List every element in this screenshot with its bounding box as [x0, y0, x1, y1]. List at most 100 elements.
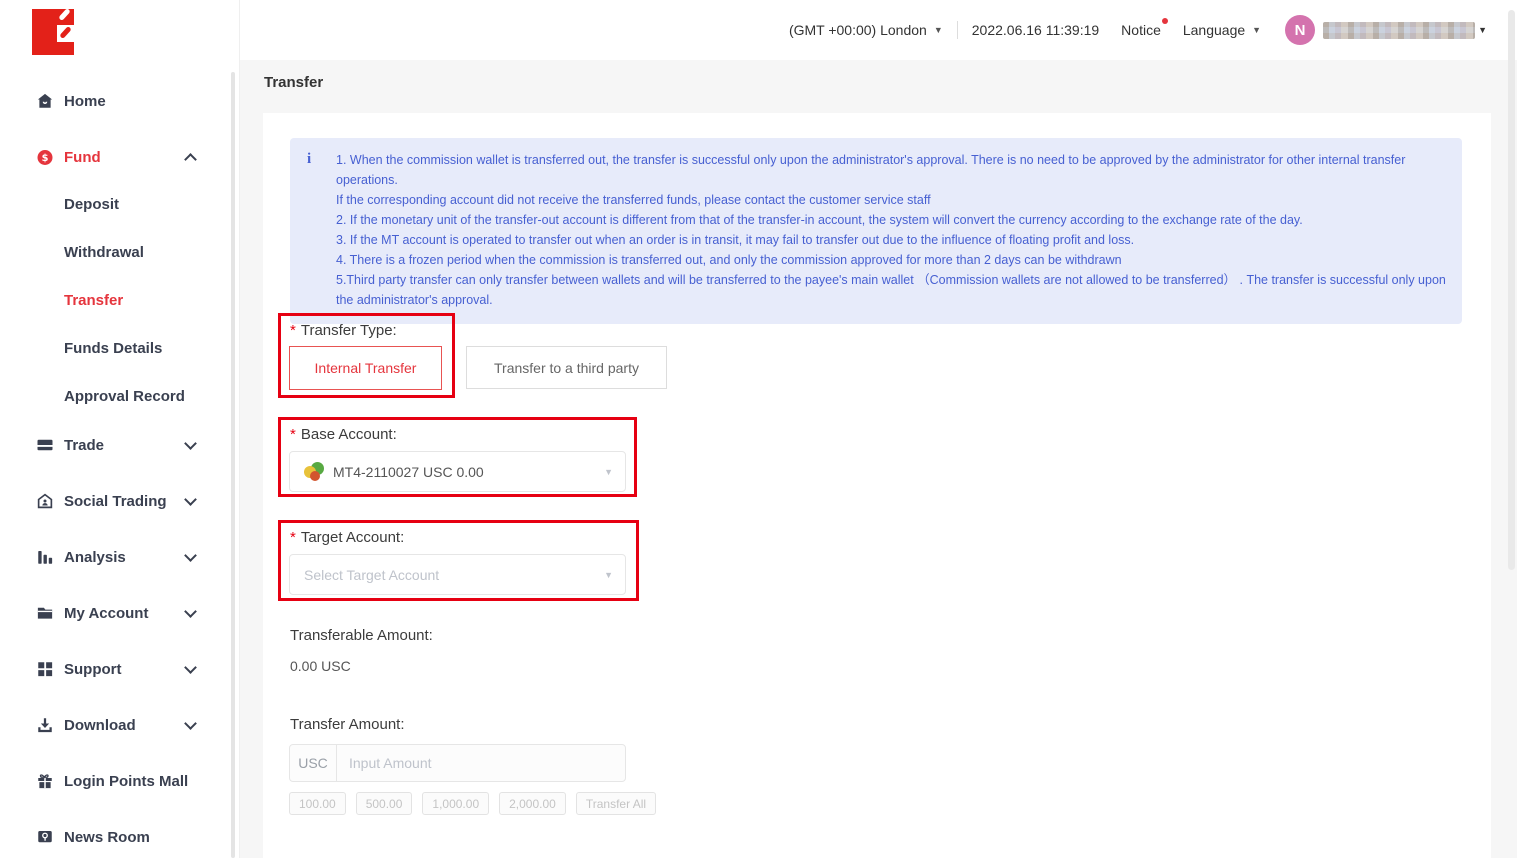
timezone-selector[interactable]: (GMT +00:00) London ▼	[789, 22, 943, 38]
transferable-amount-label: Transferable Amount:	[290, 627, 433, 644]
timezone-label: (GMT +00:00) London	[789, 22, 927, 38]
avatar-letter: N	[1295, 22, 1306, 39]
mt4-platform-icon	[304, 462, 324, 482]
sidebar-item-label: Analysis	[64, 549, 126, 566]
notice-line: 2. If the monetary unit of the transfer-…	[336, 210, 1446, 230]
quick-amount-button[interactable]: 2,000.00	[499, 792, 566, 815]
social-trading-icon	[36, 492, 54, 510]
required-asterisk: *	[290, 529, 296, 546]
my-account-icon	[36, 604, 54, 622]
analysis-icon	[36, 548, 54, 566]
sidebar-item-news-room[interactable]: News Room	[0, 825, 230, 849]
notice-line: 1. When the commission wallet is transfe…	[336, 150, 1446, 190]
transferable-amount-value: 0.00 USC	[290, 658, 351, 674]
transfer-amount-label: Transfer Amount:	[290, 716, 405, 733]
sidebar-item-label: Home	[64, 93, 106, 110]
sidebar-item-label: News Room	[64, 829, 150, 846]
chevron-down-icon	[184, 493, 197, 506]
language-selector[interactable]: Language ▼	[1183, 22, 1261, 38]
annotation-box-base-account: *Base Account: MT4-2110027 USC 0.00 ▼	[278, 417, 637, 497]
chevron-up-icon	[184, 153, 197, 166]
notice-line: 5.Third party transfer can only transfer…	[336, 270, 1446, 310]
sidebar-item-fund[interactable]: $ Fund	[0, 145, 230, 169]
quick-amount-button[interactable]: 1,000.00	[422, 792, 489, 815]
sidebar-item-social-trading[interactable]: Social Trading	[0, 489, 230, 513]
news-icon	[36, 828, 54, 846]
transfer-type-label: *Transfer Type:	[290, 322, 397, 339]
notice-dot	[1162, 18, 1168, 24]
base-account-value: MT4-2110027 USC 0.00	[333, 464, 484, 480]
sidebar-item-download[interactable]: Download	[0, 713, 230, 737]
sidebar-item-label: Transfer	[64, 292, 123, 309]
notice-info-box: i 1. When the commission wallet is trans…	[290, 138, 1462, 324]
sidebar-item-label: Download	[64, 717, 136, 734]
sidebar-item-withdrawal[interactable]: Withdrawal	[0, 240, 230, 264]
target-account-select[interactable]: Select Target Account ▼	[289, 554, 626, 595]
target-account-label: *Target Account:	[290, 529, 404, 546]
transfer-amount-group: USC	[289, 744, 626, 782]
transfer-panel: i 1. When the commission wallet is trans…	[263, 113, 1491, 858]
sidebar-item-label: Funds Details	[64, 340, 162, 357]
notice-label: Notice	[1121, 22, 1161, 38]
avatar[interactable]: N	[1285, 15, 1315, 45]
required-asterisk: *	[290, 322, 296, 339]
base-account-label: *Base Account:	[290, 426, 397, 443]
chevron-down-icon: ▼	[604, 570, 613, 580]
quick-amount-button[interactable]: 100.00	[289, 792, 346, 815]
base-account-select[interactable]: MT4-2110027 USC 0.00 ▼	[289, 451, 626, 492]
page-scrollbar[interactable]	[1508, 10, 1515, 570]
notice-line: 4. There is a frozen period when the com…	[336, 250, 1446, 270]
required-asterisk: *	[290, 426, 296, 443]
chevron-down-icon	[184, 437, 197, 450]
third-party-transfer-button[interactable]: Transfer to a third party	[466, 346, 667, 389]
notice-button[interactable]: Notice	[1121, 22, 1161, 38]
sidebar-item-label: Withdrawal	[64, 244, 144, 261]
main-content: Transfer i 1. When the commission wallet…	[240, 60, 1517, 858]
notice-line: If the corresponding account did not rec…	[336, 190, 1446, 210]
sidebar-item-label: Login Points Mall	[64, 773, 188, 790]
chevron-down-icon: ▼	[1478, 25, 1487, 35]
sidebar-item-label: Approval Record	[64, 388, 185, 405]
notice-line: 3. If the MT account is operated to tran…	[336, 230, 1446, 250]
target-account-placeholder: Select Target Account	[304, 567, 439, 583]
sidebar-scrollbar[interactable]	[231, 72, 235, 858]
sidebar: Home $ Fund Deposit Withdrawal Transfer …	[0, 0, 240, 858]
gift-icon	[36, 772, 54, 790]
language-label: Language	[1183, 22, 1245, 38]
server-datetime: 2022.06.16 11:39:19	[972, 22, 1099, 38]
sidebar-item-funds-details[interactable]: Funds Details	[0, 336, 230, 360]
sidebar-item-home[interactable]: Home	[0, 89, 230, 113]
chevron-down-icon: ▼	[934, 25, 943, 35]
support-icon	[36, 660, 54, 678]
currency-prefix: USC	[290, 745, 337, 781]
sidebar-item-label: Support	[64, 661, 122, 678]
svg-text:$: $	[42, 152, 49, 163]
sidebar-item-label: Deposit	[64, 196, 119, 213]
sidebar-item-label: Social Trading	[64, 493, 167, 510]
sidebar-item-support[interactable]: Support	[0, 657, 230, 681]
trade-icon	[36, 436, 54, 454]
internal-transfer-button[interactable]: Internal Transfer	[289, 346, 442, 390]
annotation-box-target-account: *Target Account: Select Target Account ▼	[278, 520, 639, 601]
sidebar-item-approval-record[interactable]: Approval Record	[0, 384, 230, 408]
amount-input[interactable]	[337, 745, 625, 781]
sidebar-item-label: Trade	[64, 437, 104, 454]
topbar: (GMT +00:00) London ▼ 2022.06.16 11:39:1…	[240, 0, 1517, 60]
sidebar-item-deposit[interactable]: Deposit	[0, 192, 230, 216]
brand-logo[interactable]	[32, 9, 74, 55]
quick-amount-row: 100.00 500.00 1,000.00 2,000.00 Transfer…	[289, 792, 656, 815]
home-icon	[36, 92, 54, 110]
username-redacted[interactable]	[1323, 22, 1475, 39]
chevron-down-icon	[184, 717, 197, 730]
sidebar-item-login-points-mall[interactable]: Login Points Mall	[0, 769, 230, 793]
quick-amount-button[interactable]: 500.00	[356, 792, 413, 815]
transfer-all-button[interactable]: Transfer All	[576, 792, 656, 815]
sidebar-item-trade[interactable]: Trade	[0, 433, 230, 457]
page-title: Transfer	[264, 74, 323, 91]
sidebar-item-label: Fund	[64, 149, 101, 166]
sidebar-item-label: My Account	[64, 605, 148, 622]
sidebar-item-analysis[interactable]: Analysis	[0, 545, 230, 569]
sidebar-item-my-account[interactable]: My Account	[0, 601, 230, 625]
chevron-down-icon	[184, 549, 197, 562]
sidebar-item-transfer[interactable]: Transfer	[0, 288, 230, 312]
